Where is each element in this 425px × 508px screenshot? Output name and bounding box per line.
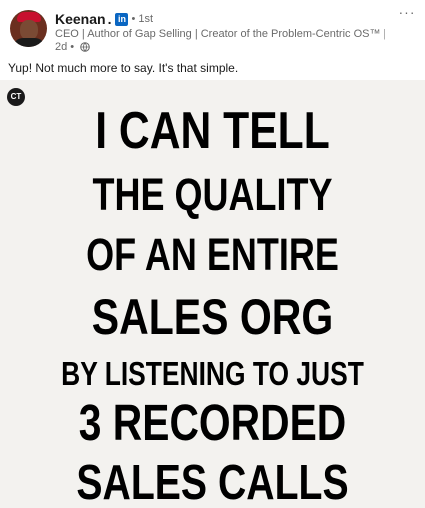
post-header: Keenan . in • 1st CEO | Author of Gap Se… (0, 0, 425, 56)
feed-post: Keenan . in • 1st CEO | Author of Gap Se… (0, 0, 425, 508)
author-name-line: Keenan . in • 1st (55, 10, 153, 28)
image-text-line: OF AN ENTIRE (86, 229, 339, 280)
author-headline: CEO | Author of Gap Selling | Creator of… (55, 28, 385, 40)
separator-dot: • (70, 41, 75, 53)
avatar-face (20, 20, 38, 40)
author-avatar[interactable] (10, 10, 47, 47)
more-options-button[interactable]: ··· (395, 5, 419, 24)
image-text-line: SALES ORG (91, 289, 334, 345)
globe-icon (80, 42, 90, 52)
linkedin-badge-icon: in (115, 12, 129, 26)
image-text-line: THE QUALITY (92, 169, 333, 220)
connection-degree: 1st (138, 13, 154, 25)
ct-logo-icon: CT (7, 88, 25, 106)
post-image[interactable]: CT I CAN TELL THE QUALITY OF AN ENTIRE S… (0, 80, 425, 508)
image-text-line: SALES CALLS (76, 456, 349, 508)
post-text: Yup! Not much more to say. It's that sim… (8, 61, 239, 75)
post-time[interactable]: 2d (55, 41, 67, 53)
image-text-line: BY LISTENING TO JUST (61, 355, 364, 392)
image-text-line: I CAN TELL (95, 102, 330, 160)
author-name-suffix: . (107, 11, 112, 27)
avatar-shirt (13, 38, 45, 47)
separator-dot: • (131, 13, 136, 25)
post-meta: 2d • (55, 41, 90, 53)
image-text-line: 3 RECORDED (78, 394, 347, 451)
author-name[interactable]: Keenan (55, 11, 106, 27)
